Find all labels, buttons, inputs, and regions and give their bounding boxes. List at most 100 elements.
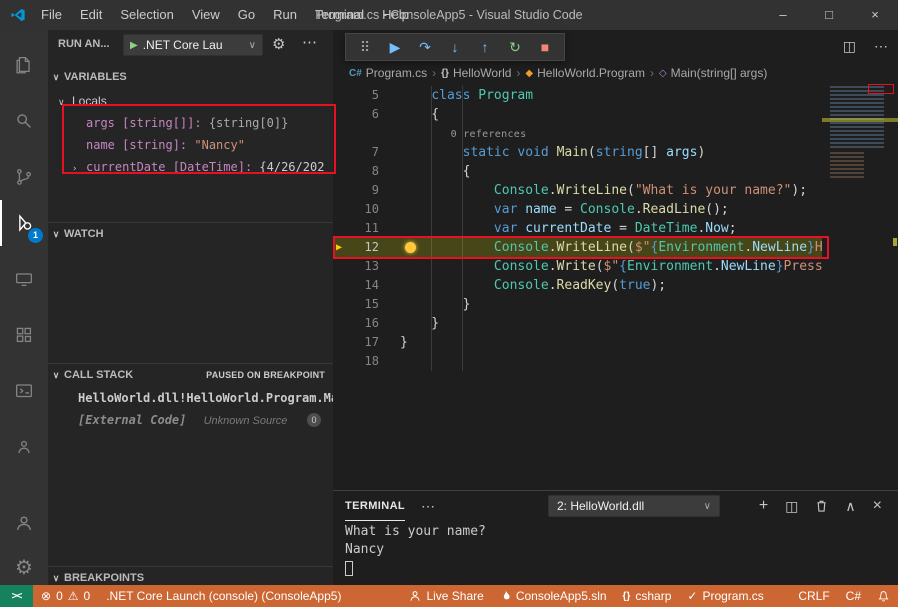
line-number[interactable]: 15 — [333, 295, 379, 314]
variable-row[interactable]: ›currentDate [DateTime]: {4/26/202 — [48, 156, 333, 178]
more-actions-icon[interactable]: ⋯ — [874, 38, 888, 55]
maximize-panel-icon[interactable]: ∧ — [845, 498, 855, 515]
breadcrumb-namespace[interactable]: {} HelloWorld — [441, 66, 511, 80]
line-content[interactable]: } — [379, 295, 470, 314]
more-actions-icon[interactable]: ⋯ — [421, 491, 435, 521]
eol-status[interactable]: CRLF — [790, 585, 837, 607]
file-check-status[interactable]: ✓ Program.cs — [679, 585, 771, 607]
terminal-output[interactable]: What is your name?Nancy — [333, 521, 898, 585]
menu-view[interactable]: View — [183, 0, 229, 30]
sidebar-item-extensions[interactable] — [0, 312, 48, 358]
locals-scope[interactable]: ∨Locals — [58, 90, 107, 112]
line-number[interactable]: 5 — [333, 86, 379, 105]
split-terminal-icon[interactable]: ◫ — [785, 498, 798, 515]
line-content[interactable]: } — [379, 314, 439, 333]
line-content[interactable]: } — [379, 333, 408, 352]
remote-indicator[interactable]: >< — [0, 585, 33, 607]
line-content[interactable]: { — [379, 162, 470, 181]
line-number[interactable]: 7 — [333, 143, 379, 162]
start-debug-icon[interactable]: ▶ — [130, 40, 138, 51]
kill-terminal-icon[interactable] — [815, 499, 828, 513]
continue-button[interactable]: ▶ — [382, 35, 408, 59]
line-content[interactable]: Console.WriteLine("What is your name?"); — [379, 181, 807, 200]
sidebar-item-search[interactable] — [0, 98, 48, 144]
breadcrumb-class[interactable]: ◆ HelloWorld.Program — [525, 66, 645, 80]
line-number[interactable]: 10 — [333, 200, 379, 219]
new-terminal-icon[interactable]: + — [759, 497, 768, 515]
more-actions-icon[interactable]: ⋯ — [302, 33, 317, 51]
sidebar-item-remote-window[interactable] — [0, 368, 48, 414]
menu-file[interactable]: File — [32, 0, 71, 30]
minimap[interactable] — [822, 82, 898, 382]
lightbulb-icon[interactable] — [405, 242, 416, 253]
watch-section-header[interactable]: ∨WATCH — [48, 222, 333, 244]
restart-button[interactable]: ↻ — [502, 35, 528, 59]
configure-gear-icon[interactable]: ⚙ — [272, 35, 285, 53]
split-editor-icon[interactable]: ◫ — [843, 38, 856, 55]
drag-handle[interactable]: ⠿ — [352, 35, 378, 59]
live-share-status[interactable]: Live Share — [401, 585, 491, 607]
line-number[interactable]: 17 — [333, 333, 379, 352]
variables-section-header[interactable]: ∨VARIABLES — [48, 66, 333, 88]
variable-row[interactable]: name [string]: "Nancy" — [48, 134, 333, 156]
stop-button[interactable]: ■ — [532, 35, 558, 59]
menu-selection[interactable]: Selection — [111, 0, 182, 30]
sidebar-item-live-share[interactable] — [0, 424, 48, 470]
sidebar-item-run-debug[interactable]: 1 — [0, 200, 48, 246]
menu-run[interactable]: Run — [264, 0, 306, 30]
step-out-button[interactable]: ↑ — [472, 35, 498, 59]
line-number[interactable]: 11 — [333, 219, 379, 238]
menu-go[interactable]: Go — [229, 0, 264, 30]
close-panel-icon[interactable]: × — [873, 497, 882, 515]
sidebar-item-accounts[interactable] — [0, 500, 48, 546]
close-button[interactable]: × — [852, 0, 898, 30]
launch-config-dropdown[interactable]: ▶ .NET Core Lau ∨ — [123, 34, 263, 56]
line-number[interactable]: 8 — [333, 162, 379, 181]
codelens-references[interactable]: 0 references — [400, 129, 526, 140]
line-number[interactable]: 6 — [333, 105, 379, 124]
maximize-button[interactable]: □ — [806, 0, 852, 30]
line-content[interactable]: var currentDate = DateTime.Now; — [379, 219, 737, 238]
tab-terminal[interactable]: TERMINAL — [345, 491, 405, 521]
call-stack-section-header[interactable]: ∨CALL STACK PAUSED ON BREAKPOINT — [48, 363, 333, 385]
line-content[interactable]: var name = Console.ReadLine(); — [379, 200, 729, 219]
line-number[interactable]: 16 — [333, 314, 379, 333]
line-content[interactable]: 0 references — [379, 124, 526, 143]
call-stack-frame[interactable]: HelloWorld.dll!HelloWorld.Program.Ma — [48, 387, 333, 409]
problems-status[interactable]: ⊗0 ⚠0 — [33, 585, 98, 607]
notifications-bell[interactable] — [869, 585, 898, 607]
line-content[interactable]: Console.Write($"{Environment.NewLine}Pre… — [379, 257, 823, 276]
line-content[interactable]: static void Main(string[] args) — [379, 143, 705, 162]
debug-config-status[interactable]: .NET Core Launch (console) (ConsoleApp5) — [98, 585, 349, 607]
minimize-button[interactable]: – — [760, 0, 806, 30]
debug-toolbar: ⠿▶↷↓↑↻■ — [345, 33, 565, 61]
line-number[interactable]: 18 — [333, 352, 379, 371]
sidebar-item-remote-explorer[interactable] — [0, 256, 48, 302]
step-over-button[interactable]: ↷ — [412, 35, 438, 59]
chevron-down-icon: ∨ — [58, 91, 72, 113]
line-content[interactable]: { — [379, 105, 439, 124]
step-into-button[interactable]: ↓ — [442, 35, 468, 59]
language-mode-status[interactable]: C# — [838, 585, 869, 607]
line-number[interactable] — [333, 124, 379, 143]
menu-help[interactable]: Help — [373, 0, 418, 30]
call-stack-frame-external[interactable]: [External Code] Unknown Source 0 — [48, 409, 333, 431]
line-number[interactable]: 9 — [333, 181, 379, 200]
line-content[interactable]: class Program — [379, 86, 533, 105]
menu-terminal[interactable]: Terminal — [306, 0, 373, 30]
language-server-status[interactable]: {} csharp — [615, 585, 680, 607]
line-content[interactable] — [379, 352, 400, 371]
solution-status[interactable]: ConsoleApp5.sln — [492, 585, 615, 607]
line-content[interactable]: Console.ReadKey(true); — [379, 276, 666, 295]
error-icon: ⊗ — [41, 585, 51, 607]
variable-row[interactable]: args [string[]]: {string[0]} — [48, 112, 333, 134]
sidebar-item-source-control[interactable] — [0, 154, 48, 200]
sidebar-item-explorer[interactable] — [0, 42, 48, 88]
line-number[interactable]: 13 — [333, 257, 379, 276]
menu-edit[interactable]: Edit — [71, 0, 111, 30]
line-number[interactable]: 14 — [333, 276, 379, 295]
breadcrumb-file[interactable]: C# Program.cs — [349, 66, 427, 80]
terminal-instance-dropdown[interactable]: 2: HelloWorld.dll ∨ — [548, 495, 720, 517]
line-content[interactable]: Console.WriteLine($"{Environment.NewLine… — [379, 238, 823, 257]
breadcrumb-method[interactable]: ◇ Main(string[] args) — [659, 66, 767, 80]
